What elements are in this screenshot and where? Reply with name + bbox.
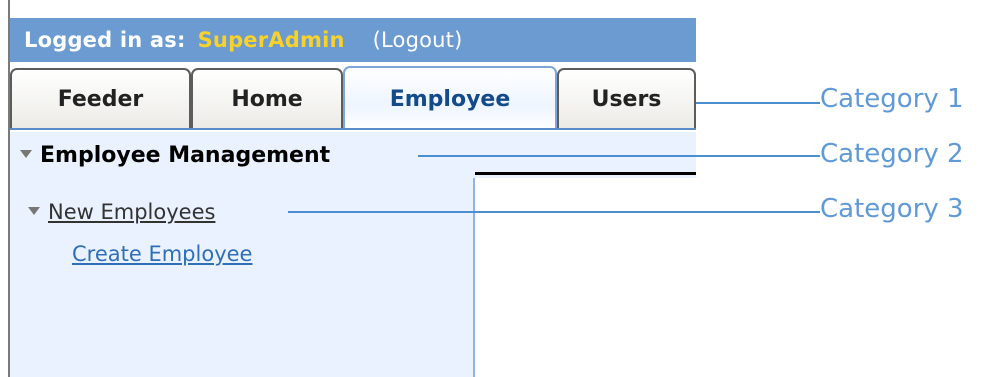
tab-feeder[interactable]: Feeder [10,68,191,128]
group-link-new-employees[interactable]: New Employees [48,200,215,224]
link-create-employee[interactable]: Create Employee [72,242,252,266]
username: SuperAdmin [197,28,345,52]
content-divider [475,172,696,175]
tab-home[interactable]: Home [191,68,343,128]
tab-strip: Feeder Home Employee Users [10,62,696,132]
logged-in-label: Logged in as: [24,28,186,52]
collapse-caret-icon[interactable] [20,150,32,158]
annotation-line-3 [288,211,820,213]
annotation-line-1 [696,102,820,104]
tab-underline [10,128,696,130]
annotation-line-2 [418,155,820,157]
annotation-label-1: Category 1 [820,84,964,114]
tab-employee[interactable]: Employee [343,66,557,130]
logout-link[interactable]: (Logout) [373,28,463,52]
tab-users[interactable]: Users [557,68,696,128]
screenshot-canvas: Logged in as: SuperAdmin (Logout) Feeder… [0,0,996,377]
annotation-label-3: Category 3 [820,194,964,224]
annotation-label-2: Category 2 [820,139,964,169]
collapse-caret-icon[interactable] [28,207,40,215]
sidebar: New Employees Create Employee [10,178,475,377]
section-title: Employee Management [40,142,331,168]
login-bar: Logged in as: SuperAdmin (Logout) [10,18,696,62]
app-panel: Logged in as: SuperAdmin (Logout) Feeder… [10,18,696,377]
sidebar-group: New Employees [28,200,215,224]
